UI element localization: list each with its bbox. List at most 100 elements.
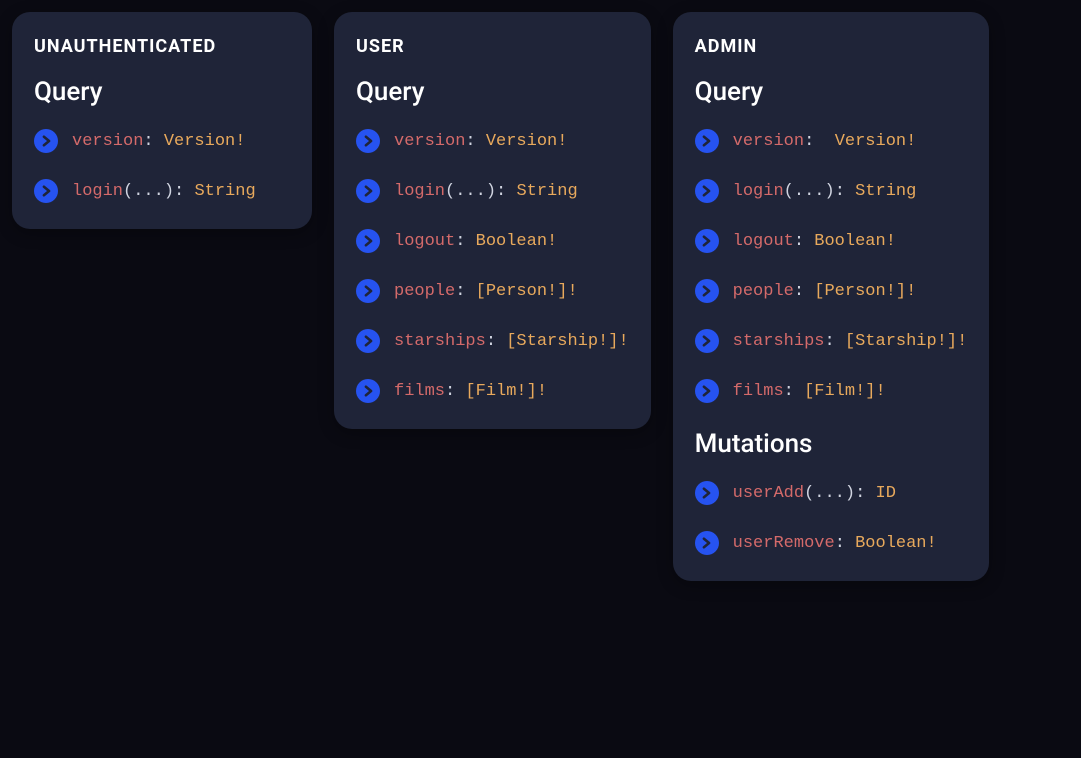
field-name: people	[733, 282, 794, 301]
field-row[interactable]: login(...): String	[34, 179, 290, 203]
field-args: (...)	[123, 182, 174, 201]
chevron-right-icon[interactable]	[34, 179, 58, 203]
chevron-right-icon[interactable]	[356, 329, 380, 353]
field-type: [Film!]!	[465, 382, 547, 401]
field-type: [Film!]!	[804, 382, 886, 401]
field-name: starships	[733, 332, 825, 351]
field-type: Version!	[164, 132, 246, 151]
field-row[interactable]: films: [Film!]!	[695, 379, 968, 403]
field-separator: :	[455, 232, 475, 251]
field-row[interactable]: userAdd(...): ID	[695, 481, 968, 505]
field-type: [Starship!]!	[506, 332, 628, 351]
field-name: userRemove	[733, 534, 835, 553]
field-separator: :	[143, 132, 163, 151]
field-separator: :	[794, 232, 814, 251]
field-name: login	[733, 182, 784, 201]
field-type: Boolean!	[814, 232, 896, 251]
field-separator: :	[486, 332, 506, 351]
field-row[interactable]: people: [Person!]!	[356, 279, 629, 303]
field-row[interactable]: people: [Person!]!	[695, 279, 968, 303]
chevron-right-icon[interactable]	[356, 229, 380, 253]
field-signature: version: Version!	[72, 132, 245, 151]
field-row[interactable]: userRemove: Boolean!	[695, 531, 968, 555]
field-name: version	[394, 132, 465, 151]
role-card: USER Query version: Version! login(...): St…	[334, 12, 651, 429]
field-separator: :	[835, 182, 855, 201]
role-card: UNAUTHENTICATED Query version: Version! log…	[12, 12, 312, 229]
chevron-right-icon[interactable]	[695, 481, 719, 505]
field-separator: :	[855, 484, 875, 503]
field-signature: people: [Person!]!	[394, 282, 578, 301]
field-row[interactable]: films: [Film!]!	[356, 379, 629, 403]
field-signature: login(...): String	[72, 182, 256, 201]
field-row[interactable]: version: Version!	[356, 129, 629, 153]
field-row[interactable]: starships: [Starship!]!	[356, 329, 629, 353]
field-type: Version!	[486, 132, 568, 151]
chevron-right-icon[interactable]	[356, 129, 380, 153]
chevron-right-icon[interactable]	[356, 379, 380, 403]
field-row[interactable]: version: Version!	[34, 129, 290, 153]
section-heading: Query	[356, 77, 629, 107]
field-type: String	[194, 182, 255, 201]
section-heading: Query	[695, 77, 968, 107]
field-separator: :	[465, 132, 485, 151]
field-type: Boolean!	[855, 534, 937, 553]
field-name: logout	[733, 232, 794, 251]
chevron-right-icon[interactable]	[34, 129, 58, 153]
field-signature: starships: [Starship!]!	[394, 332, 629, 351]
field-type: [Person!]!	[814, 282, 916, 301]
field-signature: version: Version!	[733, 132, 917, 151]
field-row[interactable]: login(...): String	[695, 179, 968, 203]
field-args: (...)	[804, 484, 855, 503]
field-name: logout	[394, 232, 455, 251]
chevron-right-icon[interactable]	[695, 129, 719, 153]
field-row[interactable]: version: Version!	[695, 129, 968, 153]
field-name: films	[394, 382, 445, 401]
field-signature: starships: [Starship!]!	[733, 332, 968, 351]
chevron-right-icon[interactable]	[356, 179, 380, 203]
field-signature: logout: Boolean!	[733, 232, 896, 251]
field-type: String	[855, 182, 916, 201]
field-type: [Person!]!	[476, 282, 578, 301]
chevron-right-icon[interactable]	[356, 279, 380, 303]
field-signature: films: [Film!]!	[733, 382, 886, 401]
field-separator: :	[455, 282, 475, 301]
field-type: [Starship!]!	[845, 332, 967, 351]
field-signature: version: Version!	[394, 132, 567, 151]
field-signature: userAdd(...): ID	[733, 484, 896, 503]
field-separator: :	[824, 332, 844, 351]
field-separator: :	[445, 382, 465, 401]
field-args: (...)	[784, 182, 835, 201]
field-row[interactable]: logout: Boolean!	[695, 229, 968, 253]
card-title: USER	[356, 36, 629, 57]
field-name: userAdd	[733, 484, 804, 503]
chevron-right-icon[interactable]	[695, 531, 719, 555]
card-title: UNAUTHENTICATED	[34, 36, 290, 57]
field-signature: login(...): String	[733, 182, 917, 201]
card-title: ADMIN	[695, 36, 968, 57]
field-type: Version!	[835, 132, 917, 151]
field-separator: :	[496, 182, 516, 201]
field-signature: films: [Film!]!	[394, 382, 547, 401]
chevron-right-icon[interactable]	[695, 229, 719, 253]
field-name: version	[733, 132, 804, 151]
field-signature: people: [Person!]!	[733, 282, 917, 301]
field-name: login	[72, 182, 123, 201]
field-name: starships	[394, 332, 486, 351]
field-separator: :	[174, 182, 194, 201]
role-card: ADMINQueryversion: Version!login(...): S…	[673, 12, 990, 581]
field-separator: :	[784, 382, 804, 401]
field-row[interactable]: starships: [Starship!]!	[695, 329, 968, 353]
chevron-right-icon[interactable]	[695, 279, 719, 303]
field-separator: :	[835, 534, 855, 553]
chevron-right-icon[interactable]	[695, 179, 719, 203]
field-name: people	[394, 282, 455, 301]
chevron-right-icon[interactable]	[695, 329, 719, 353]
field-type: String	[516, 182, 577, 201]
field-separator: :	[804, 132, 835, 151]
field-row[interactable]: login(...): String	[356, 179, 629, 203]
field-row[interactable]: logout: Boolean!	[356, 229, 629, 253]
section-heading: Query	[34, 77, 290, 107]
section-heading: Mutations	[695, 429, 968, 459]
chevron-right-icon[interactable]	[695, 379, 719, 403]
